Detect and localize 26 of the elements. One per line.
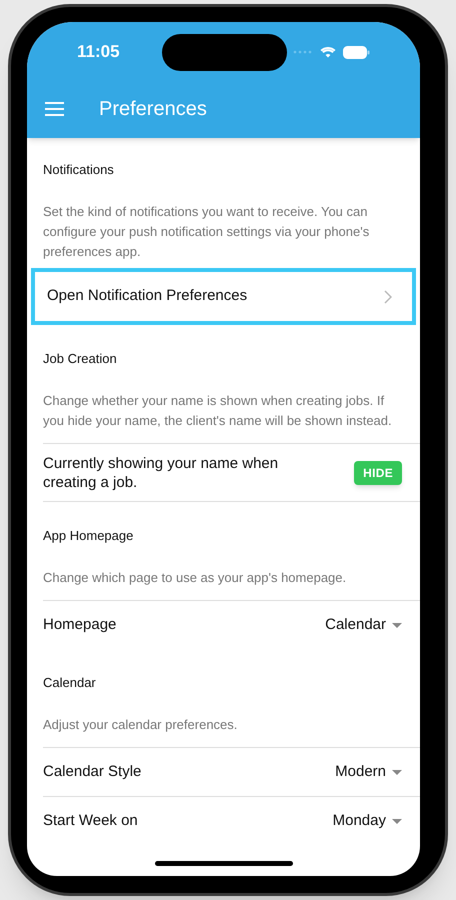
section-title: App Homepage bbox=[43, 527, 134, 545]
battery-icon bbox=[343, 46, 370, 58]
page-title: Preferences bbox=[99, 97, 207, 122]
signal-icon bbox=[293, 50, 313, 54]
row-label: Currently showing your name when creating a job. bbox=[43, 454, 280, 492]
menu-icon[interactable] bbox=[45, 102, 64, 116]
select-dropdown[interactable]: Modern bbox=[335, 760, 402, 784]
section-title: Notifications bbox=[43, 161, 115, 179]
section-description: Adjust your calendar preferences. bbox=[43, 716, 238, 734]
select-dropdown[interactable]: Monday bbox=[332, 810, 402, 832]
list-row[interactable]: Open Notification Preferences bbox=[31, 268, 416, 325]
row-label: Homepage bbox=[43, 614, 116, 635]
wifi-icon bbox=[320, 46, 336, 58]
row-label: Start Week on bbox=[43, 810, 138, 831]
section-description: Change which page to use as your app's homepage. bbox=[43, 569, 348, 587]
section-description: Set the kind of notifications you want to receive. You can configure your push notification settings via your phone's preferences app. bbox=[43, 203, 370, 261]
chevron-right-icon bbox=[384, 290, 392, 304]
caret-icon bbox=[392, 770, 402, 774]
section-description: Change whether your name is shown when creating jobs. If you hide your name, the client's name will be shown instead. bbox=[43, 392, 393, 430]
section-title: Job Creation bbox=[43, 350, 118, 368]
caret-icon bbox=[392, 818, 402, 824]
row-label: Calendar Style bbox=[43, 762, 142, 782]
caret-icon bbox=[392, 622, 402, 628]
status-time: 11:05 bbox=[77, 41, 120, 64]
section-title: Calendar bbox=[43, 674, 97, 692]
select-dropdown[interactable]: Calendar bbox=[325, 614, 402, 636]
